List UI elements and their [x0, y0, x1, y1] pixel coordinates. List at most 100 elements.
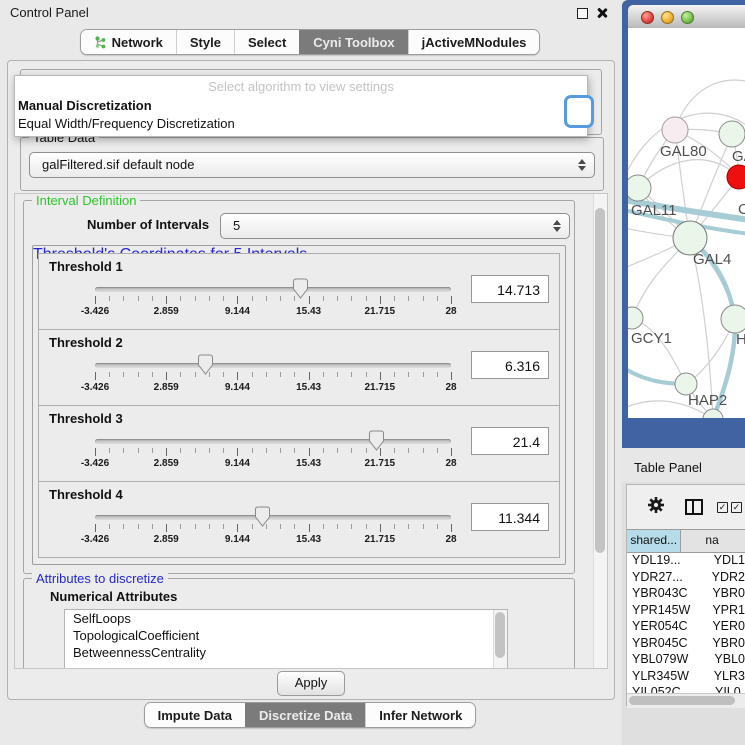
tick-mark — [223, 296, 224, 301]
attribute-list-item[interactable]: TopologicalCoefficient — [65, 627, 507, 644]
tick-label: 15.43 — [296, 382, 321, 393]
network-canvas[interactable]: GAL80 GA GAL11 C GAL4 GCY1 H HAP2 — [628, 28, 745, 418]
threshold-label: Threshold 4 — [49, 487, 123, 502]
split-view-icon[interactable] — [685, 499, 703, 515]
threshold-panel: Threshold 2 -3.4262.8599.14415.4321.7152… — [38, 329, 560, 406]
cell-shared-name: YDR27... — [627, 570, 706, 587]
control-panel: Control Panel NetworkStyleSelectCyni Too… — [0, 0, 620, 745]
tab-discretize-data[interactable]: Discretize Data — [245, 703, 365, 727]
threshold-panel: Threshold 4 -3.4262.8599.14415.4321.7152… — [38, 481, 560, 558]
tick-mark — [309, 296, 310, 304]
threshold-list: Threshold 1 -3.4262.8599.14415.4321.7152… — [38, 254, 560, 558]
network-icon — [94, 35, 107, 49]
tick-mark — [309, 372, 310, 380]
table-row[interactable]: YBL079WYBL0 — [627, 652, 745, 669]
tick-mark — [180, 372, 181, 377]
checkbox-icon[interactable]: ✓ — [717, 502, 728, 513]
table-row[interactable]: YLR345WYLR3 — [627, 669, 745, 686]
network-window-titlebar[interactable] — [628, 5, 745, 29]
tick-mark — [252, 448, 253, 453]
tick-label: 9.144 — [225, 382, 250, 393]
gear-icon[interactable] — [647, 496, 665, 514]
cell-shared-name: YLR345W — [627, 669, 708, 686]
tick-mark — [337, 448, 338, 453]
slider-track[interactable] — [95, 439, 451, 444]
dropdown-option-equal-width-frequency[interactable]: Equal Width/Frequency Discretization — [15, 115, 587, 133]
dropdown-option-manual-discretization[interactable]: Manual Discretization — [15, 97, 587, 115]
tick-label: 28 — [445, 306, 456, 317]
tick-mark — [366, 448, 367, 453]
float-icon[interactable] — [577, 8, 588, 19]
tick-mark — [95, 448, 96, 456]
table-toolbar: ✓ ✓ — [627, 485, 745, 529]
column-header-name[interactable]: na — [681, 530, 745, 552]
control-panel-titlebar: Control Panel — [0, 0, 620, 26]
slider-tick-labels: -3.4262.8599.14415.4321.71528 — [95, 382, 451, 395]
apply-button[interactable]: Apply — [277, 671, 345, 696]
attribute-list-item[interactable]: BetweennessCentrality — [65, 644, 507, 661]
tab-style[interactable]: Style — [176, 30, 234, 54]
table-row[interactable]: YBR043CYBR0 — [627, 586, 745, 603]
tick-mark — [223, 524, 224, 529]
tab-label: Impute Data — [158, 708, 232, 723]
threshold-value-field[interactable]: 14.713 — [471, 275, 549, 303]
tick-mark — [152, 296, 153, 301]
tick-mark — [294, 372, 295, 377]
algorithm-combobox-focus-ring[interactable] — [564, 95, 594, 128]
main-vertical-scrollbar[interactable] — [593, 194, 607, 668]
threshold-label: Threshold 3 — [49, 411, 123, 426]
tick-mark — [380, 296, 381, 304]
scrollbar-thumb[interactable] — [595, 208, 605, 553]
node-pink — [662, 117, 688, 143]
close-red-icon[interactable] — [641, 11, 654, 24]
tab-cyni-toolbox[interactable]: Cyni Toolbox — [299, 30, 407, 54]
tick-mark — [380, 524, 381, 532]
tick-mark — [237, 448, 238, 456]
checkbox-icon[interactable]: ✓ — [731, 502, 742, 513]
tick-label: 15.43 — [296, 534, 321, 545]
tick-mark — [266, 448, 267, 453]
combobox-value: galFiltered.sif default node — [30, 153, 594, 177]
scrollbar-thumb[interactable] — [629, 696, 735, 705]
network-view-window: GAL80 GA GAL11 C GAL4 GCY1 H HAP2 — [622, 0, 745, 448]
table-row[interactable]: YER054CYER0 — [627, 619, 745, 636]
tick-mark — [237, 296, 238, 304]
tick-mark — [266, 524, 267, 529]
slider-track[interactable] — [95, 363, 451, 368]
threshold-value-field[interactable]: 6.316 — [471, 351, 549, 379]
minimize-yellow-icon[interactable] — [661, 11, 674, 24]
threshold-value-field[interactable]: 21.4 — [471, 427, 549, 455]
slider-track[interactable] — [95, 287, 451, 292]
tick-mark — [337, 372, 338, 377]
tick-label: 2.859 — [154, 458, 179, 469]
tick-mark — [123, 448, 124, 453]
tab-select[interactable]: Select — [234, 30, 299, 54]
zoom-green-icon[interactable] — [681, 11, 694, 24]
slider-tick-labels: -3.4262.8599.14415.4321.71528 — [95, 534, 451, 547]
scrollbar-thumb[interactable] — [495, 612, 505, 658]
table-header-row: shared... na — [627, 529, 745, 553]
table-row[interactable]: YPR145WYPR1 — [627, 603, 745, 620]
group-title: Interval Definition — [32, 193, 140, 208]
tick-mark — [451, 448, 452, 456]
tab-impute-data[interactable]: Impute Data — [145, 703, 245, 727]
tick-mark — [351, 296, 352, 301]
close-icon[interactable] — [596, 7, 608, 19]
slider-tick-labels: -3.4262.8599.14415.4321.71528 — [95, 458, 451, 471]
tab-network[interactable]: Network — [81, 30, 176, 54]
list-scrollbar[interactable] — [493, 610, 507, 669]
slider-ticks — [95, 296, 451, 305]
number-of-intervals-combobox[interactable]: 5 — [220, 213, 570, 239]
attribute-list-item[interactable]: SelfLoops — [65, 610, 507, 627]
tab-infer-network[interactable]: Infer Network — [365, 703, 475, 727]
table-row[interactable]: YDL19...YDL1 — [627, 553, 745, 570]
table-row[interactable]: YIL052CYIL0 — [627, 685, 745, 693]
tab-jactivemnodules[interactable]: jActiveMNodules — [408, 30, 540, 54]
table-data-combobox[interactable]: galFiltered.sif default node — [29, 152, 595, 178]
column-header-shared-name[interactable]: shared... — [627, 530, 681, 552]
table-row[interactable]: YDR27...YDR2 — [627, 570, 745, 587]
horizontal-scrollbar[interactable] — [627, 693, 745, 708]
threshold-value-field[interactable]: 11.344 — [471, 503, 549, 531]
slider-track[interactable] — [95, 515, 451, 520]
table-row[interactable]: YBR045CYBR0 — [627, 636, 745, 653]
